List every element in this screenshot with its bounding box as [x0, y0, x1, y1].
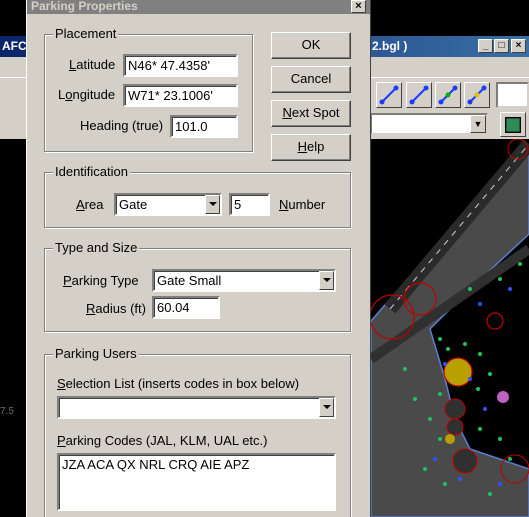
grid-icon: [504, 116, 522, 134]
type-size-legend: Type and Size: [53, 240, 140, 255]
chevron-down-icon[interactable]: [205, 195, 220, 214]
dialog-titlebar[interactable]: Parking Properties ×: [27, 0, 370, 14]
chevron-down-icon[interactable]: [319, 398, 334, 417]
placement-legend: Placement: [53, 26, 119, 41]
radius-field[interactable]: 60.04: [152, 296, 220, 319]
background-title-fragment-right: 2.bgl ): [372, 39, 408, 53]
next-spot-button[interactable]: Next Spot: [271, 100, 351, 127]
latitude-field[interactable]: N46* 47.4358': [123, 54, 238, 77]
parking-type-select[interactable]: Gate Small: [152, 269, 336, 292]
parking-users-legend: Parking Users: [53, 346, 139, 361]
longitude-field[interactable]: W71* 23.1006': [123, 84, 238, 107]
line-tool-icon: [409, 85, 429, 105]
line-tool-button-3[interactable]: [435, 82, 461, 108]
chevron-down-icon[interactable]: [319, 271, 334, 290]
line-green-tool-icon: [438, 85, 458, 105]
maximize-icon[interactable]: □: [494, 39, 509, 53]
line-yellow-tool-icon: [467, 85, 487, 105]
minimize-icon[interactable]: _: [478, 39, 493, 53]
heading-label: Heading (true): [80, 118, 164, 133]
background-title-fragment: AFC: [2, 39, 27, 53]
cancel-button[interactable]: Cancel: [271, 66, 351, 93]
line-tool-button[interactable]: [376, 82, 402, 108]
parking-codes-textarea[interactable]: JZA ACA QX NRL CRQ AIE APZ: [57, 453, 336, 511]
area-value: Gate: [119, 197, 148, 212]
area-select[interactable]: Gate: [114, 193, 222, 216]
line-tool-button-2[interactable]: [406, 82, 432, 108]
background-combo[interactable]: ▼: [370, 113, 488, 135]
help-button[interactable]: Help: [271, 134, 351, 161]
dialog-title: Parking Properties: [31, 0, 138, 13]
close-button[interactable]: ×: [351, 0, 366, 13]
parking-type-value: Gate Small: [157, 273, 222, 288]
heading-field[interactable]: 101.0: [170, 115, 238, 138]
number-label: Number: [279, 197, 326, 212]
background-input[interactable]: [496, 82, 529, 108]
number-field[interactable]: 5: [229, 193, 270, 216]
radius-label: Radius (ft): [86, 301, 146, 316]
line-tool-icon: [379, 85, 399, 105]
close-icon[interactable]: ×: [511, 39, 526, 53]
selection-list-select[interactable]: [57, 396, 336, 419]
area-label: Area: [76, 197, 104, 212]
line-tool-button-4[interactable]: [464, 82, 490, 108]
longitude-label: Longitude: [58, 87, 116, 102]
parking-codes-label: Parking Codes (JAL, KLM, UAL etc.): [57, 433, 268, 448]
map-scale-label: 7.5: [0, 406, 14, 417]
selection-list-label: Selection List (inserts codes in box bel…: [57, 376, 300, 391]
ok-button[interactable]: OK: [271, 32, 351, 59]
grid-button[interactable]: [500, 112, 526, 137]
latitude-label: Latitude: [69, 57, 116, 72]
chevron-down-icon[interactable]: ▼: [470, 115, 486, 133]
identification-legend: Identification: [53, 164, 130, 179]
parking-type-label: Parking Type: [63, 273, 139, 288]
parking-properties-dialog: Parking Properties × Placement Latitude …: [26, 0, 371, 517]
